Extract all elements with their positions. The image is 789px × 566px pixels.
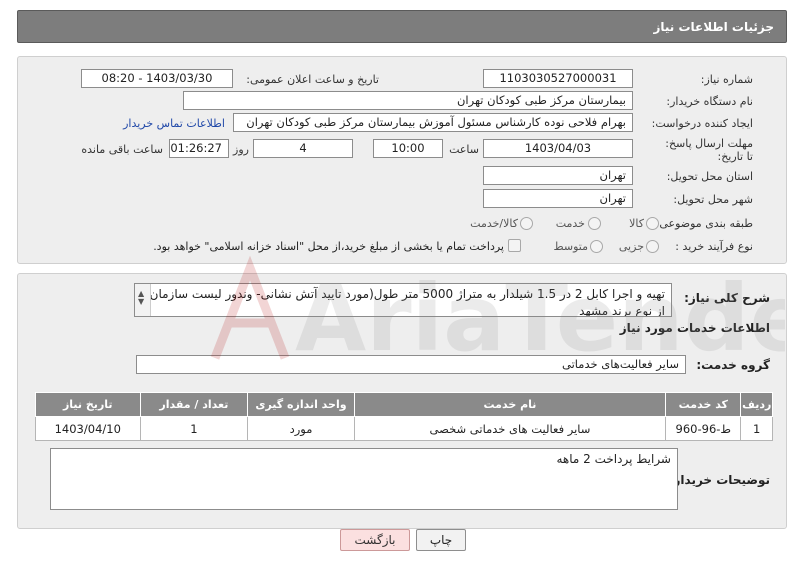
- services-table-header: ردیف کد خدمت نام خدمت واحد اندازه گیری ت…: [35, 392, 773, 417]
- days-field: 4: [253, 139, 353, 158]
- details-panel: شماره نیاز: 1103030527000031 تاریخ و ساع…: [17, 56, 787, 264]
- services-table: ردیف کد خدمت نام خدمت واحد اندازه گیری ت…: [35, 392, 773, 441]
- col-code: کد خدمت: [665, 392, 742, 417]
- scroll-down-icon[interactable]: ▼: [138, 293, 144, 310]
- table-row: 1 ط-96-960 سایر فعالیت های خدماتی شخصی م…: [35, 416, 773, 441]
- process-medium-label: متوسط: [553, 240, 588, 253]
- need-number-label: شماره نیاز:: [700, 73, 753, 86]
- deadline-label: مهلت ارسال پاسخ: تا تاریخ:: [665, 137, 753, 163]
- province-label: استان محل تحویل:: [666, 170, 753, 183]
- category-radio-goods-service[interactable]: [520, 217, 533, 230]
- category-radio-service[interactable]: [588, 217, 601, 230]
- remaining-time-field: 01:26:27: [169, 139, 229, 158]
- cell-code: ط-96-960: [665, 416, 742, 441]
- category-label: طبقه بندی موضوعی:: [655, 217, 753, 230]
- col-unit: واحد اندازه گیری: [247, 392, 355, 417]
- buyer-contact-link[interactable]: اطلاعات تماس خریدار: [123, 117, 225, 130]
- summary-label: شرح کلی نیاز:: [684, 291, 770, 305]
- province-field: تهران: [483, 166, 633, 185]
- cell-name: سایر فعالیت های خدماتی شخصی: [353, 416, 667, 441]
- category-goods-label: کالا: [629, 217, 644, 230]
- buyer-notes-label: توضیحات خریدار:: [668, 473, 770, 487]
- col-name: نام خدمت: [353, 392, 667, 417]
- process-minor-label: جزیی: [618, 240, 644, 253]
- need-number-field: 1103030527000031: [483, 69, 633, 88]
- deadline-date-field: 1403/04/03: [483, 139, 633, 158]
- services-section-title: اطلاعات خدمات مورد نیاز: [619, 321, 770, 335]
- creator-field: بهرام فلاحی نوده کارشناس مسئول آموزش بیم…: [233, 113, 633, 132]
- buyer-org-field: بیمارستان مرکز طبی کودکان تهران: [183, 91, 633, 110]
- col-date: تاریخ نیاز: [35, 392, 141, 417]
- deadline-time-field: 10:00: [373, 139, 443, 158]
- buyer-notes-textarea[interactable]: شرایط پرداخت 2 ماهه: [50, 448, 678, 510]
- process-radio-medium[interactable]: [590, 240, 603, 253]
- deadline-time-label: ساعت: [449, 143, 479, 156]
- creator-label: ایجاد کننده درخواست:: [651, 117, 753, 130]
- buyer-notes-text: شرایط پرداخت 2 ماهه: [556, 452, 671, 466]
- category-service-label: خدمت: [555, 217, 585, 230]
- summary-text: تهیه و اجرا کابل 2 در 1.5 شیلدار به مترا…: [144, 287, 665, 317]
- col-row: ردیف: [740, 392, 773, 417]
- cell-unit: مورد: [247, 416, 355, 441]
- cell-row: 1: [740, 416, 773, 441]
- announce-label: تاریخ و ساعت اعلان عمومی:: [246, 73, 379, 86]
- city-label: شهر محل تحویل:: [673, 193, 753, 206]
- summary-scrollbar[interactable]: ▲ ▼: [135, 284, 151, 316]
- process-label: نوع فرآیند خرید :: [675, 240, 753, 253]
- service-group-field: سایر فعالیت‌های خدماتی: [136, 355, 686, 374]
- treasury-note: پرداخت تمام یا بخشی از مبلغ خرید،از محل …: [153, 240, 504, 253]
- page-header: جزئیات اطلاعات نیاز: [17, 10, 787, 43]
- cell-date: 1403/04/10: [35, 416, 141, 441]
- remaining-label: ساعت باقی مانده: [81, 143, 163, 156]
- treasury-checkbox[interactable]: [508, 239, 521, 252]
- category-goods-service-label: کالا/خدمت: [470, 217, 518, 230]
- col-qty: تعداد / مقدار: [139, 392, 249, 417]
- needs-panel: شرح کلی نیاز: ▲ ▼ تهیه و اجرا کابل 2 در …: [17, 273, 787, 529]
- process-radio-minor[interactable]: [646, 240, 659, 253]
- service-group-label: گروه خدمت:: [696, 358, 770, 372]
- city-field: تهران: [483, 189, 633, 208]
- cell-qty: 1: [139, 416, 249, 441]
- back-button[interactable]: بازگشت: [340, 529, 410, 551]
- print-button[interactable]: چاپ: [416, 529, 466, 551]
- buyer-org-label: نام دستگاه خریدار:: [666, 95, 753, 108]
- category-radio-goods[interactable]: [646, 217, 659, 230]
- announce-field: 1403/03/30 - 08:20: [81, 69, 233, 88]
- summary-textarea[interactable]: ▲ ▼ تهیه و اجرا کابل 2 در 1.5 شیلدار به …: [134, 283, 672, 317]
- page-title: جزئیات اطلاعات نیاز: [653, 20, 774, 34]
